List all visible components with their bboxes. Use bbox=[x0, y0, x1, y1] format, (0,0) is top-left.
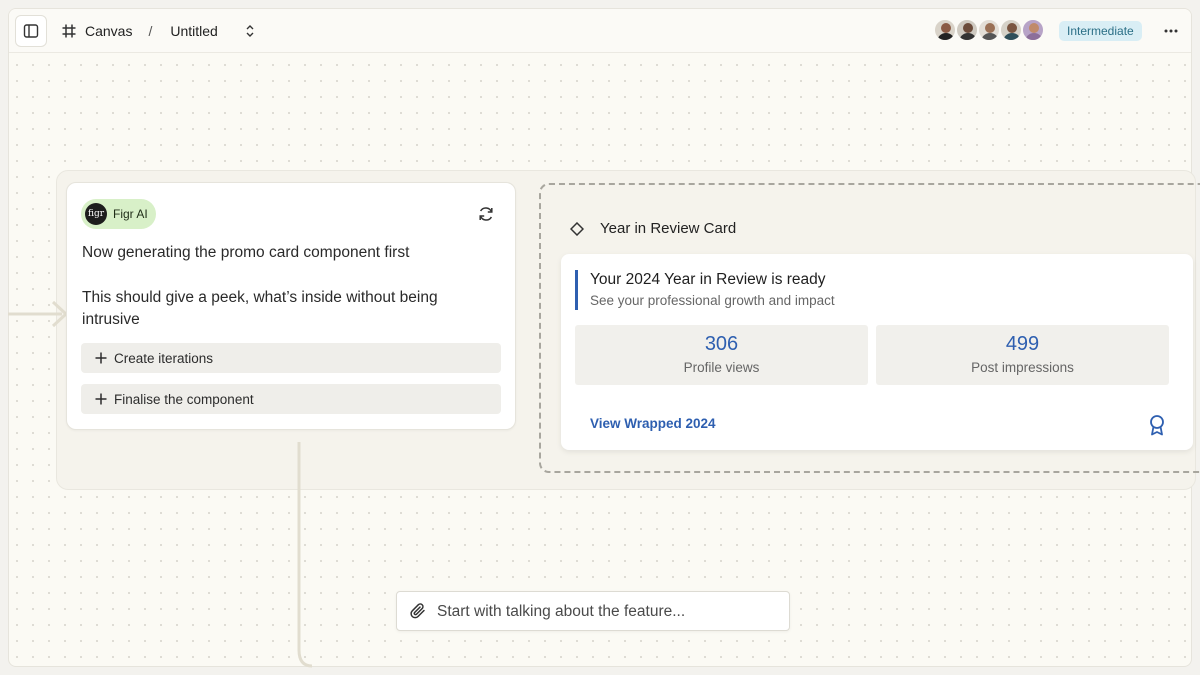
avatar[interactable] bbox=[933, 18, 957, 42]
component-diamond-icon bbox=[570, 221, 584, 236]
stat-label: Profile views bbox=[683, 360, 760, 375]
year-in-review-card: Your 2024 Year in Review is ready See yo… bbox=[561, 254, 1193, 450]
frame-icon bbox=[61, 23, 77, 39]
message-line-2: This should give a peek, what’s inside w… bbox=[82, 289, 438, 328]
assistant-badge: figr Figr AI bbox=[81, 199, 156, 229]
action-label: Finalise the component bbox=[114, 391, 254, 407]
card-subtitle: See your professional growth and impact bbox=[590, 293, 835, 308]
component-frame-title: Year in Review Card bbox=[570, 220, 736, 237]
prompt-input[interactable] bbox=[437, 600, 777, 624]
stat-value: 499 bbox=[1005, 333, 1040, 355]
view-wrapped-link[interactable]: View Wrapped 2024 bbox=[590, 416, 716, 431]
refresh-icon[interactable] bbox=[477, 205, 495, 223]
avatar[interactable] bbox=[977, 18, 1001, 42]
ai-message-card: figr Figr AI Now generating the promo ca… bbox=[66, 182, 516, 430]
top-bar: Canvas / Untitled Intermediate bbox=[9, 9, 1191, 53]
chevron-up-down-icon[interactable] bbox=[244, 24, 256, 38]
figr-logo-icon: figr bbox=[85, 203, 107, 225]
award-icon bbox=[1150, 415, 1164, 436]
sidebar-toggle-button[interactable] bbox=[15, 15, 47, 47]
avatar[interactable] bbox=[1021, 18, 1045, 42]
sidebar-icon bbox=[23, 24, 39, 38]
stat-value: 306 bbox=[704, 333, 739, 355]
finalise-component-button[interactable]: Finalise the component bbox=[81, 384, 501, 414]
stat-post-impressions: 499 Post impressions bbox=[876, 325, 1169, 385]
stat-profile-views: 306 Profile views bbox=[575, 325, 868, 385]
breadcrumb: Canvas / Untitled bbox=[61, 9, 256, 53]
more-options-button[interactable] bbox=[1161, 21, 1181, 41]
level-badge: Intermediate bbox=[1059, 21, 1142, 41]
plus-icon bbox=[95, 352, 107, 364]
breadcrumb-canvas[interactable]: Canvas bbox=[85, 23, 132, 39]
breadcrumb-separator: / bbox=[148, 23, 153, 39]
stat-label: Post impressions bbox=[971, 360, 1074, 375]
avatar[interactable] bbox=[999, 18, 1023, 42]
card-title: Your 2024 Year in Review is ready bbox=[590, 271, 826, 288]
more-horizontal-icon bbox=[1164, 29, 1178, 33]
action-label: Create iterations bbox=[114, 350, 214, 366]
paperclip-icon[interactable] bbox=[409, 602, 427, 620]
message-line-1: Now generating the promo card component … bbox=[82, 244, 410, 261]
avatar[interactable] bbox=[955, 18, 979, 42]
document-title[interactable]: Untitled bbox=[170, 23, 217, 39]
create-iterations-button[interactable]: Create iterations bbox=[81, 343, 501, 373]
plus-icon bbox=[95, 393, 107, 405]
accent-bar bbox=[575, 270, 578, 310]
prompt-composer bbox=[396, 591, 790, 631]
frame-title-text: Year in Review Card bbox=[600, 220, 737, 237]
collaborator-avatars bbox=[933, 18, 1045, 42]
assistant-name: Figr AI bbox=[113, 207, 148, 221]
